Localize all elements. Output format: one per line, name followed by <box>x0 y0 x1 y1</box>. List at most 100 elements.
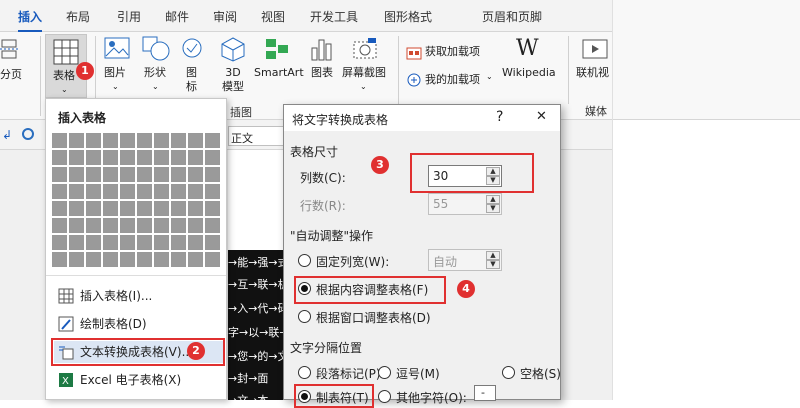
tab-insert[interactable]: 插入 <box>18 8 43 33</box>
tab-mailings[interactable]: 邮件 <box>165 8 189 25</box>
grid-cell[interactable] <box>120 150 135 165</box>
grid-cell[interactable] <box>171 201 186 216</box>
comma-radio[interactable] <box>378 366 391 379</box>
grid-cell[interactable] <box>171 133 186 148</box>
other-char-input[interactable]: - <box>474 385 496 401</box>
tab-references[interactable]: 引用 <box>117 8 141 25</box>
grid-cell[interactable] <box>171 167 186 182</box>
grid-cell[interactable] <box>86 201 101 216</box>
circle-icon[interactable] <box>22 128 34 140</box>
smartart-button[interactable]: SmartArt <box>254 66 304 80</box>
grid-cell[interactable] <box>103 218 118 233</box>
grid-cell[interactable] <box>86 150 101 165</box>
grid-cell[interactable] <box>52 252 67 267</box>
grid-cell[interactable] <box>188 184 203 199</box>
grid-cell[interactable] <box>154 201 169 216</box>
grid-cell[interactable] <box>188 252 203 267</box>
grid-cell[interactable] <box>205 184 220 199</box>
grid-cell[interactable] <box>188 167 203 182</box>
grid-cell[interactable] <box>86 252 101 267</box>
grid-cell[interactable] <box>120 167 135 182</box>
grid-cell[interactable] <box>205 133 220 148</box>
grid-cell[interactable] <box>171 252 186 267</box>
wikipedia-button[interactable]: Wikipedia <box>502 66 556 80</box>
grid-cell[interactable] <box>188 218 203 233</box>
grid-cell[interactable] <box>86 133 101 148</box>
tab-header-footer[interactable]: 页眉和页脚 <box>482 8 542 25</box>
grid-cell[interactable] <box>188 235 203 250</box>
grid-cell[interactable] <box>120 201 135 216</box>
grid-cell[interactable] <box>69 201 84 216</box>
menu-item-excel-spreadsheet[interactable]: X Excel 电子表格(X) <box>54 369 224 391</box>
grid-cell[interactable] <box>188 150 203 165</box>
grid-cell[interactable] <box>137 235 152 250</box>
grid-cell[interactable] <box>52 167 67 182</box>
grid-cell[interactable] <box>52 184 67 199</box>
grid-cell[interactable] <box>137 133 152 148</box>
grid-cell[interactable] <box>120 133 135 148</box>
grid-cell[interactable] <box>86 184 101 199</box>
grid-cell[interactable] <box>103 167 118 182</box>
grid-cell[interactable] <box>137 167 152 182</box>
tab-review[interactable]: 审阅 <box>213 8 237 25</box>
grid-cell[interactable] <box>69 167 84 182</box>
tab-shape-format[interactable]: 图形格式 <box>384 8 432 25</box>
tab-view[interactable]: 视图 <box>261 8 285 25</box>
grid-cell[interactable] <box>120 184 135 199</box>
grid-cell[interactable] <box>171 218 186 233</box>
grid-cell[interactable] <box>69 218 84 233</box>
grid-cell[interactable] <box>154 252 169 267</box>
page-break-button[interactable]: 分页 <box>0 68 22 82</box>
grid-cell[interactable] <box>154 133 169 148</box>
menu-item-draw-table[interactable]: 绘制表格(D) <box>54 313 224 335</box>
grid-cell[interactable] <box>103 133 118 148</box>
grid-cell[interactable] <box>154 235 169 250</box>
grid-cell[interactable] <box>205 235 220 250</box>
grid-cell[interactable] <box>205 201 220 216</box>
get-addins-button[interactable]: 获取加载项 <box>425 45 480 59</box>
grid-cell[interactable] <box>154 184 169 199</box>
other-char-radio[interactable] <box>378 390 391 403</box>
grid-cell[interactable] <box>120 235 135 250</box>
grid-cell[interactable] <box>137 184 152 199</box>
grid-cell[interactable] <box>52 201 67 216</box>
autofit-window-radio[interactable] <box>298 310 311 323</box>
grid-cell[interactable] <box>69 150 84 165</box>
table-size-grid[interactable] <box>52 133 222 273</box>
grid-cell[interactable] <box>137 252 152 267</box>
grid-cell[interactable] <box>103 201 118 216</box>
online-video-button[interactable]: 联机视 <box>576 66 609 80</box>
grid-cell[interactable] <box>154 167 169 182</box>
paragraph-mark-radio[interactable] <box>298 366 311 379</box>
grid-cell[interactable] <box>86 235 101 250</box>
picture-button[interactable]: 图片 <box>104 66 126 80</box>
grid-cell[interactable] <box>137 201 152 216</box>
tab-layout[interactable]: 布局 <box>66 8 90 25</box>
grid-cell[interactable] <box>103 252 118 267</box>
screenshot-button[interactable]: 屏幕截图 <box>342 66 386 80</box>
grid-cell[interactable] <box>52 218 67 233</box>
space-radio[interactable] <box>502 366 515 379</box>
grid-cell[interactable] <box>103 235 118 250</box>
my-addins-button[interactable]: 我的加载项 <box>425 73 480 87</box>
grid-cell[interactable] <box>52 235 67 250</box>
grid-cell[interactable] <box>120 252 135 267</box>
grid-cell[interactable] <box>103 150 118 165</box>
grid-cell[interactable] <box>137 150 152 165</box>
grid-cell[interactable] <box>86 167 101 182</box>
undo-icon[interactable]: ↲ <box>2 128 12 142</box>
menu-item-insert-table[interactable]: 插入表格(I)... <box>54 285 224 307</box>
grid-cell[interactable] <box>69 184 84 199</box>
grid-cell[interactable] <box>188 133 203 148</box>
grid-cell[interactable] <box>69 252 84 267</box>
3d-models-button[interactable]: 3D 模型 <box>222 66 244 94</box>
grid-cell[interactable] <box>137 218 152 233</box>
grid-cell[interactable] <box>205 167 220 182</box>
grid-cell[interactable] <box>205 252 220 267</box>
style-select[interactable]: 正文 <box>228 126 284 146</box>
grid-cell[interactable] <box>171 184 186 199</box>
grid-cell[interactable] <box>171 150 186 165</box>
icons-button[interactable]: 图 标 <box>186 66 197 94</box>
grid-cell[interactable] <box>205 150 220 165</box>
grid-cell[interactable] <box>52 133 67 148</box>
